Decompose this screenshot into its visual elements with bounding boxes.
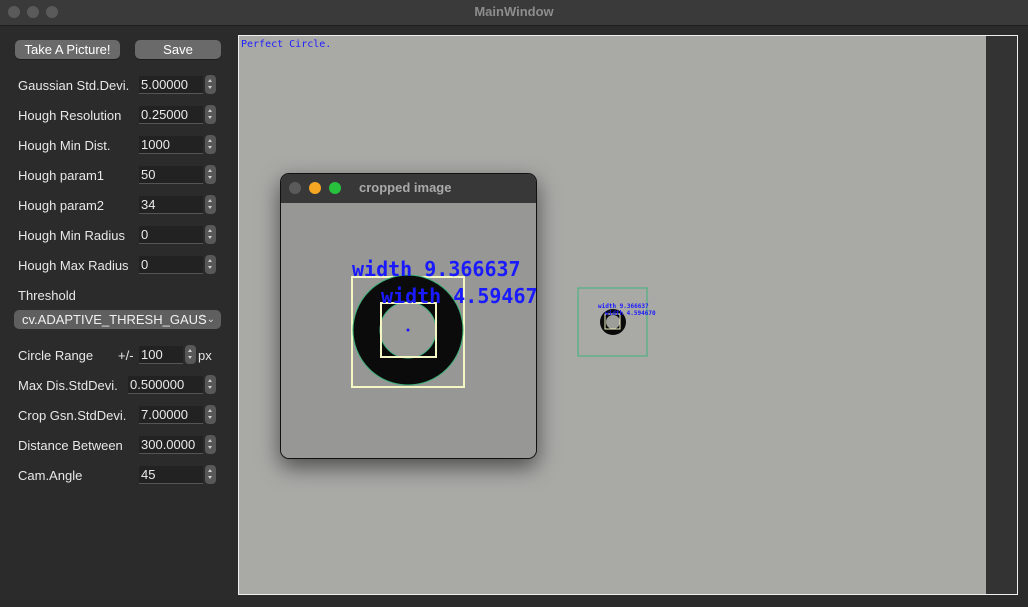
- hough-param1-stepper[interactable]: [205, 165, 216, 184]
- circle-range-spinbox[interactable]: 100: [139, 346, 183, 364]
- window-title: MainWindow: [474, 4, 554, 19]
- gaussian-stepper[interactable]: [205, 75, 216, 94]
- circle-range-stepper[interactable]: [185, 345, 196, 364]
- circle-range-prefix: +/-: [118, 348, 134, 363]
- hough-min-dist-spinbox[interactable]: 1000: [139, 136, 203, 154]
- cropped-width-label: width 9.366637: [352, 257, 521, 281]
- distance-between-stepper[interactable]: [205, 435, 216, 454]
- title-bar: MainWindow: [0, 0, 1028, 26]
- gaussian-spinbox[interactable]: 5.00000: [139, 76, 203, 94]
- center-point: [406, 328, 410, 332]
- cropped-width2-label: width 4.59467: [381, 284, 536, 308]
- max-dis-spinbox[interactable]: 0.500000: [128, 376, 203, 394]
- cropped-image: width 9.366637 width 4.59467: [281, 203, 536, 458]
- cropped-close-button[interactable]: [289, 182, 301, 194]
- take-picture-button[interactable]: Take A Picture!: [15, 40, 120, 59]
- distance-between-spinbox[interactable]: 300.0000: [139, 436, 203, 454]
- circle-range-label: Circle Range: [18, 348, 94, 363]
- hough-param1-label: Hough param1: [18, 168, 104, 183]
- threshold-label: Threshold: [18, 288, 76, 303]
- crop-gsn-label: Crop Gsn.StdDevi.: [18, 408, 127, 423]
- hough-param2-spinbox[interactable]: 34: [139, 196, 203, 214]
- distance-between-label: Distance Between: [18, 438, 123, 453]
- hough-min-radius-stepper[interactable]: [205, 225, 216, 244]
- small-width-label: width 9.366637: [598, 303, 649, 310]
- circle-range-unit: px: [198, 348, 212, 363]
- crop-gsn-spinbox[interactable]: 7.00000: [139, 406, 203, 424]
- cropped-window-title: cropped image: [359, 180, 452, 195]
- cam-angle-spinbox[interactable]: 45: [139, 466, 203, 484]
- hough-min-radius-label: Hough Min Radius: [18, 228, 125, 243]
- cropped-zoom-button[interactable]: [329, 182, 341, 194]
- save-button[interactable]: Save: [135, 40, 221, 59]
- hough-max-radius-label: Hough Max Radius: [18, 258, 129, 273]
- cam-angle-label: Cam.Angle: [18, 468, 83, 483]
- hough-param2-label: Hough param2: [18, 198, 104, 213]
- max-dis-label: Max Dis.StdDevi.: [18, 378, 118, 393]
- hough-resolution-spinbox[interactable]: 0.25000: [139, 106, 203, 124]
- crop-gsn-stepper[interactable]: [205, 405, 216, 424]
- hough-min-dist-stepper[interactable]: [205, 135, 216, 154]
- gaussian-label: Gaussian Std.Devi.: [18, 78, 130, 93]
- cropped-image-window[interactable]: cropped image width 9.366637 width 4.594…: [280, 173, 537, 459]
- threshold-selected-value: cv.ADAPTIVE_THRESH_GAUS: [22, 312, 207, 327]
- hough-resolution-stepper[interactable]: [205, 105, 216, 124]
- ring-hole-small: [606, 315, 620, 329]
- hough-min-dist-label: Hough Min Dist.: [18, 138, 111, 153]
- max-dis-stepper[interactable]: [205, 375, 216, 394]
- hough-resolution-label: Hough Resolution: [18, 108, 122, 123]
- cropped-minimize-button[interactable]: [309, 182, 321, 194]
- cam-angle-stepper[interactable]: [205, 465, 216, 484]
- small-width2-label: width 4.594670: [605, 310, 656, 317]
- cropped-window-titlebar[interactable]: cropped image: [281, 174, 536, 203]
- hough-param2-stepper[interactable]: [205, 195, 216, 214]
- hough-max-radius-stepper[interactable]: [205, 255, 216, 274]
- hough-min-radius-spinbox[interactable]: 0: [139, 226, 203, 244]
- chevron-updown-icon: ⌃⌄: [198, 314, 215, 325]
- hough-max-radius-spinbox[interactable]: 0: [139, 256, 203, 274]
- threshold-combobox[interactable]: cv.ADAPTIVE_THRESH_GAUS ⌃⌄: [14, 310, 221, 329]
- hough-param1-spinbox[interactable]: 50: [139, 166, 203, 184]
